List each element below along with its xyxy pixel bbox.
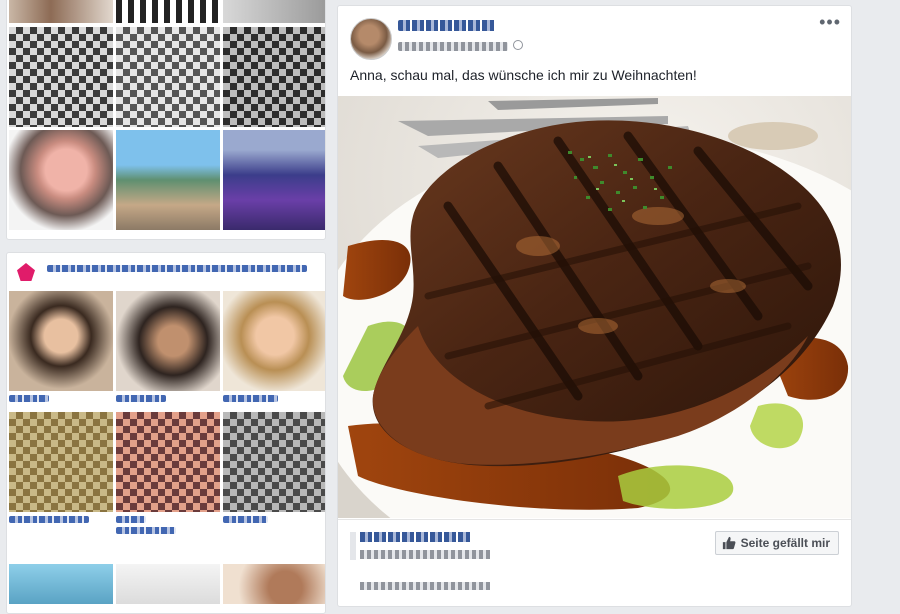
post-photo[interactable] (338, 96, 851, 518)
friend-name[interactable] (9, 516, 89, 523)
friend-name-line2[interactable] (116, 527, 176, 534)
feed-post: ••• Anna, schau mal, das wünsche ich mir… (337, 5, 852, 607)
steak-image (338, 96, 851, 518)
photo-tile[interactable] (116, 0, 220, 23)
friends-logo-icon (17, 263, 35, 281)
photos-grid-card (6, 0, 326, 240)
friends-card (6, 252, 326, 614)
poster-name[interactable] (398, 20, 496, 31)
friend-photo[interactable] (223, 412, 325, 512)
photo-tile[interactable] (9, 27, 113, 127)
photo-tile[interactable] (9, 564, 113, 604)
friend-photo[interactable] (223, 291, 325, 391)
friend-photo[interactable] (9, 412, 113, 512)
photo-tile[interactable] (223, 564, 325, 604)
photo-tile[interactable] (116, 564, 220, 604)
friend-name[interactable] (9, 395, 49, 402)
thumbs-up-icon (722, 536, 736, 550)
like-page-label: Seite gefällt mir (740, 536, 830, 550)
friend-name[interactable] (223, 516, 268, 523)
friend-name[interactable] (223, 395, 278, 402)
poster-avatar[interactable] (350, 18, 392, 60)
page-name[interactable] (360, 532, 470, 542)
friend-item[interactable] (9, 412, 113, 534)
friend-item[interactable] (9, 291, 113, 402)
friend-item[interactable] (116, 412, 220, 534)
like-page-button[interactable]: Seite gefällt mir (714, 531, 839, 555)
more-options-icon[interactable]: ••• (819, 12, 841, 33)
friend-name[interactable] (116, 395, 166, 402)
photo-tile[interactable] (223, 130, 325, 230)
photo-tile[interactable] (9, 130, 113, 230)
photo-tile[interactable] (223, 27, 325, 127)
friend-photo[interactable] (116, 412, 220, 512)
friends-card-title[interactable] (47, 265, 307, 272)
friend-name[interactable] (116, 516, 146, 523)
photo-tile[interactable] (223, 0, 325, 23)
photo-tile[interactable] (116, 27, 220, 127)
page-logo-icon (350, 532, 356, 560)
page-follower-count (360, 582, 490, 590)
photo-tile[interactable] (116, 130, 220, 230)
friend-photo[interactable] (116, 291, 220, 391)
friend-item[interactable] (223, 291, 325, 402)
page-category (360, 550, 490, 559)
friend-photo[interactable] (9, 291, 113, 391)
friends-card-header (7, 253, 325, 291)
globe-icon (513, 40, 523, 50)
friend-item[interactable] (223, 412, 325, 534)
left-sidebar (0, 0, 330, 614)
post-timestamp[interactable] (398, 42, 508, 51)
photo-tile[interactable] (9, 0, 113, 23)
post-message: Anna, schau mal, das wünsche ich mir zu … (350, 67, 697, 83)
friend-item[interactable] (116, 291, 220, 402)
post-header: ••• (338, 6, 851, 66)
page-attribution-bar: Seite gefällt mir (338, 519, 851, 610)
